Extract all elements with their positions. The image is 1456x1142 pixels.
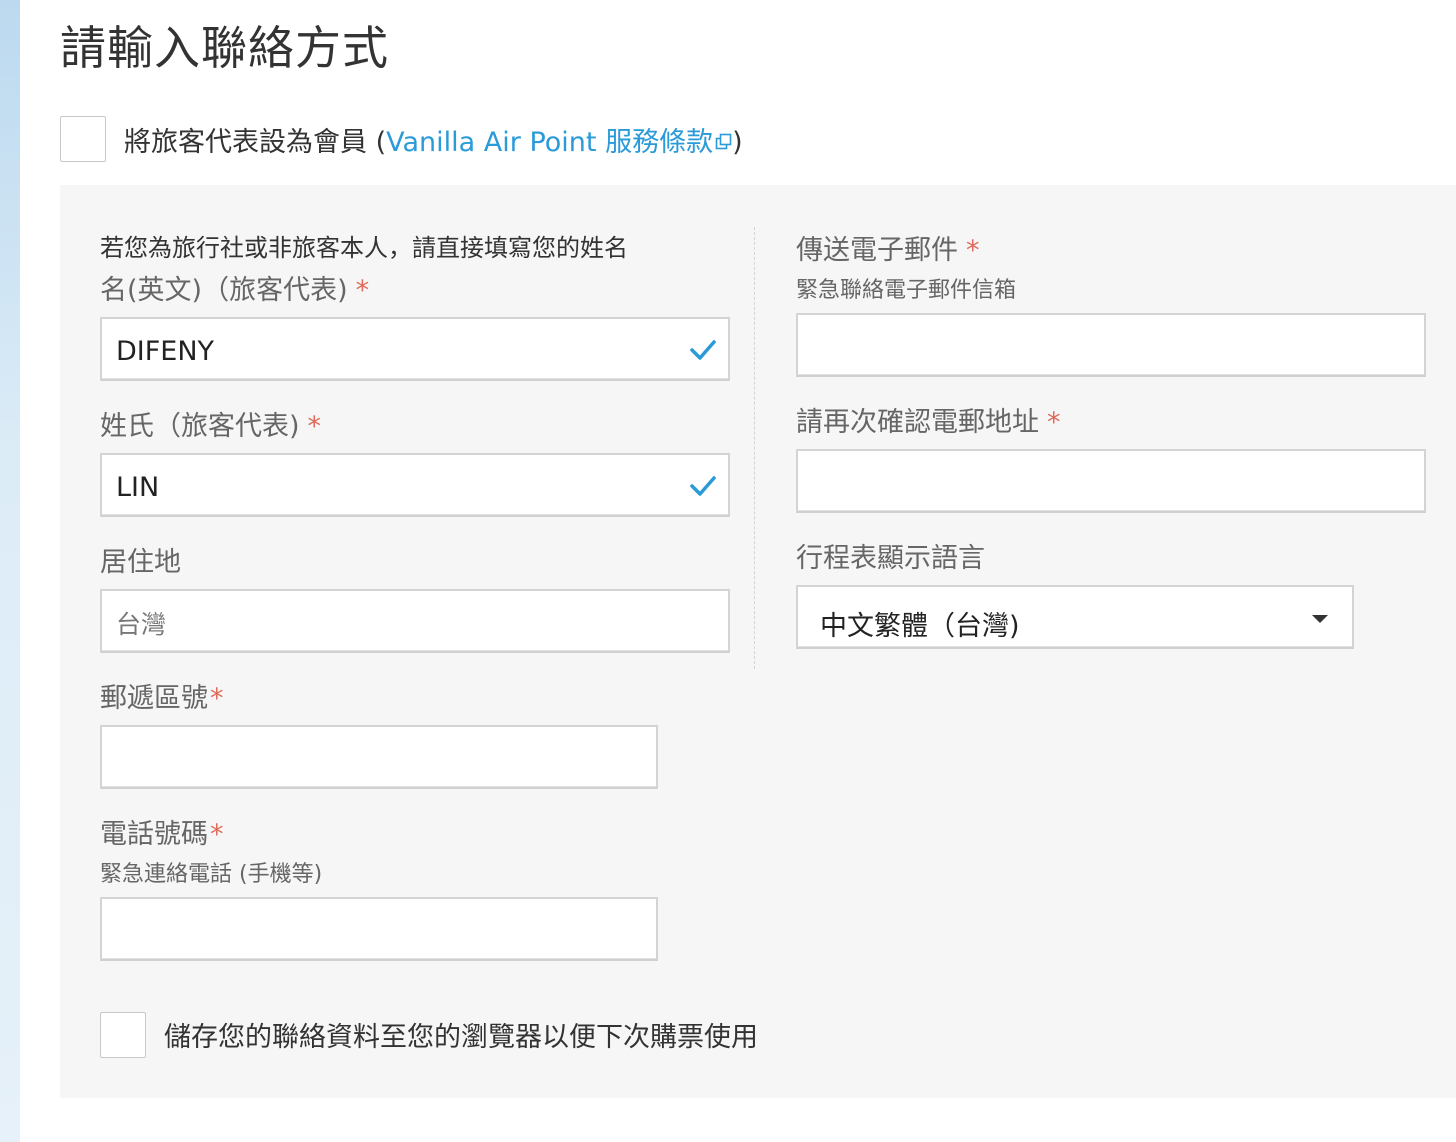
email-label: 傳送電子郵件 * <box>796 228 980 267</box>
itinerary-language-value[interactable]: 中文繁體（台灣) <box>820 604 1020 643</box>
postal-code-input[interactable] <box>100 725 658 789</box>
first-name-value[interactable]: DIFENY <box>116 336 214 367</box>
last-name-label-text: 姓氏（旅客代表) <box>100 411 300 442</box>
last-name-label: 姓氏（旅客代表) * <box>100 404 321 443</box>
required-mark: * <box>1047 407 1061 438</box>
postal-code-label: 郵遞區號* <box>100 676 224 715</box>
agent-note: 若您為旅行社或非旅客本人，請直接填寫您的姓名 <box>100 234 628 262</box>
required-mark: * <box>307 411 322 442</box>
member-checkbox-label: 將旅客代表設為會員 (Vanilla Air Point 服務條款) <box>124 120 743 159</box>
email-input[interactable] <box>796 313 1426 377</box>
residence-label: 居住地 <box>100 547 181 578</box>
email-label-text: 傳送電子郵件 <box>796 235 958 266</box>
email-sublabel: 緊急聯絡電子郵件信箱 <box>796 278 1017 303</box>
member-label-prefix: 將旅客代表設為會員 ( <box>124 127 387 158</box>
save-contact-checkbox[interactable] <box>100 1012 146 1058</box>
phone-label-text: 電話號碼 <box>100 819 208 850</box>
itinerary-language-select[interactable]: 中文繁體（台灣) <box>796 585 1354 649</box>
required-mark: * <box>355 275 370 306</box>
page-title: 請輸入聯絡方式 <box>60 21 389 75</box>
valid-check-icon <box>690 476 716 496</box>
residence-value[interactable]: 台灣 <box>116 605 166 641</box>
first-name-input[interactable]: DIFENY <box>100 317 730 381</box>
terms-link-text[interactable]: Vanilla Air Point 服務條款 <box>386 127 713 158</box>
phone-input[interactable] <box>100 897 658 961</box>
email-confirm-label: 請再次確認電郵地址 * <box>796 400 1061 439</box>
postal-code-label-text: 郵遞區號 <box>100 683 208 714</box>
phone-label: 電話號碼* <box>100 812 224 851</box>
last-name-input[interactable]: LIN <box>100 453 730 517</box>
required-mark: * <box>210 683 224 714</box>
first-name-label: 名(英文)（旅客代表) * <box>100 268 369 307</box>
email-confirm-label-text: 請再次確認電郵地址 <box>796 407 1039 438</box>
required-mark: * <box>966 235 980 266</box>
email-confirm-input[interactable] <box>796 449 1426 513</box>
itinerary-language-label: 行程表顯示語言 <box>796 543 985 574</box>
last-name-value[interactable]: LIN <box>116 472 159 503</box>
column-divider <box>754 227 755 669</box>
external-link-icon <box>715 133 732 150</box>
member-checkbox[interactable] <box>60 116 106 162</box>
valid-check-icon <box>690 340 716 360</box>
member-label-suffix: ) <box>732 127 743 158</box>
first-name-label-text: 名(英文)（旅客代表) <box>100 275 348 306</box>
dropdown-caret-icon[interactable] <box>1312 615 1328 623</box>
page-left-edge <box>0 0 20 1142</box>
residence-select[interactable]: 台灣 <box>100 589 730 653</box>
required-mark: * <box>210 819 224 850</box>
save-contact-label: 儲存您的聯絡資料至您的瀏覽器以便下次購票使用 <box>164 1022 758 1053</box>
phone-sublabel: 緊急連絡電話 (手機等) <box>100 862 323 887</box>
terms-link[interactable]: Vanilla Air Point 服務條款 <box>386 127 732 158</box>
